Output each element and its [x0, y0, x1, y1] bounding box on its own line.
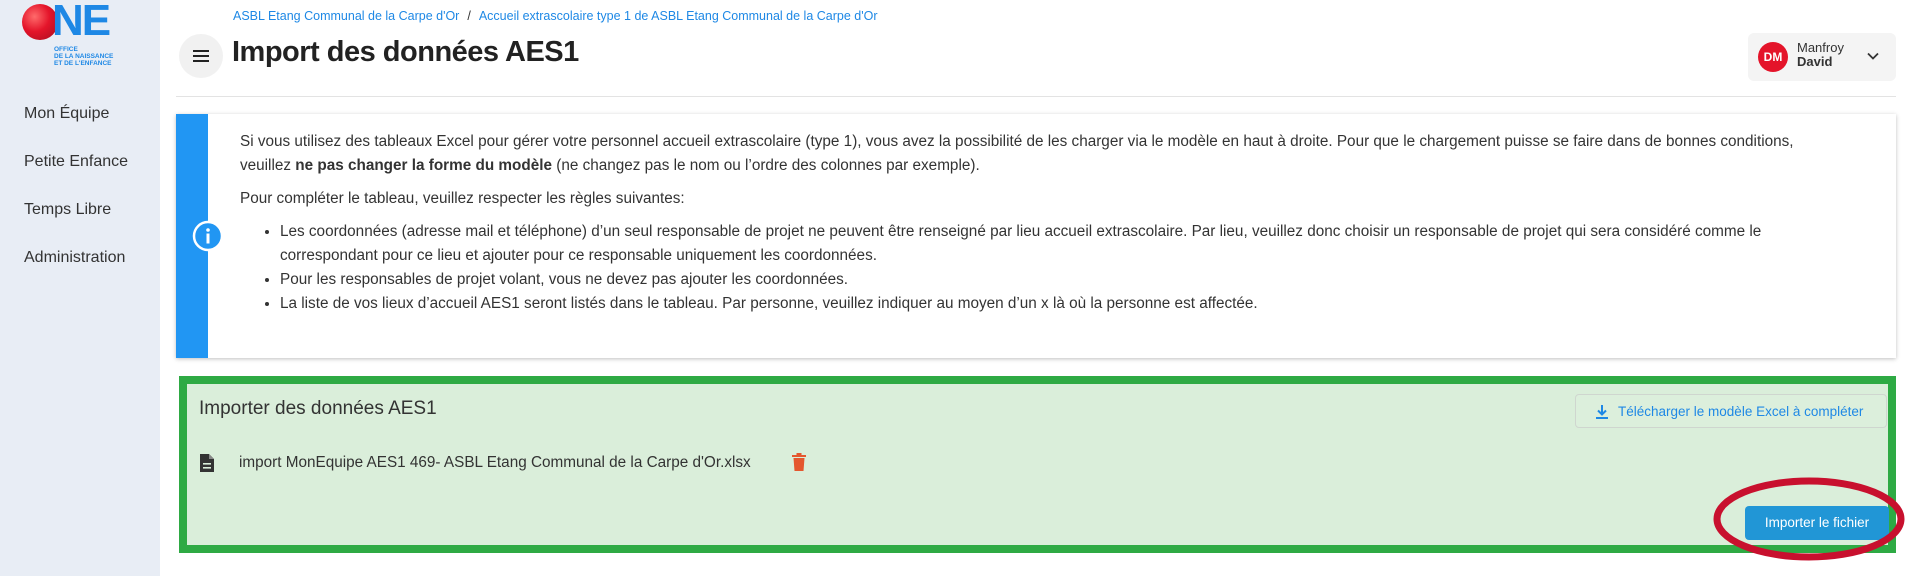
info-icon: [192, 220, 224, 252]
info-intro-bold: ne pas changer la forme du modèle: [295, 157, 552, 174]
breadcrumb-item-asbl[interactable]: ASBL Etang Communal de la Carpe d'Or: [233, 9, 459, 23]
sidebar-item-temps-libre[interactable]: Temps Libre: [0, 196, 160, 244]
info-content: Si vous utilisez des tableaux Excel pour…: [240, 130, 1840, 316]
sidebar-item-mon-equipe[interactable]: Mon Équipe: [0, 100, 160, 148]
user-first-name: Manfroy: [1797, 40, 1844, 55]
info-intro: Si vous utilisez des tableaux Excel pour…: [240, 133, 1794, 174]
sidebar-item-petite-enfance[interactable]: Petite Enfance: [0, 148, 160, 196]
hamburger-menu-icon: [193, 50, 209, 62]
avatar: DM: [1758, 42, 1788, 72]
user-last-name: David: [1797, 54, 1833, 69]
breadcrumb: ASBL Etang Communal de la Carpe d'Or / Acc…: [233, 9, 878, 23]
info-rules-list: Les coordonnées (adresse mail et télépho…: [240, 220, 1840, 316]
trash-icon[interactable]: [791, 452, 807, 472]
info-rules-heading: Pour compléter le tableau, veuillez resp…: [240, 190, 685, 207]
page-title: Import des données AES1: [232, 36, 579, 68]
one-logo[interactable]: NE OFFICE DE LA NAISSANCE ET DE L'ENFANC…: [22, 0, 132, 72]
uploaded-file-name: import MonEquipe AES1 469- ASBL Etang Co…: [239, 454, 751, 471]
sidebar-nav: Mon Équipe Petite Enfance Temps Libre Ad…: [0, 100, 160, 292]
download-template-label: Télécharger le modèle Excel à compléter: [1618, 404, 1864, 419]
logo-subtitle: OFFICE DE LA NAISSANCE ET DE L'ENFANCE: [54, 46, 114, 67]
breadcrumb-item-accueil[interactable]: Accueil extrascolaire type 1 de ASBL Eta…: [479, 9, 878, 23]
sidebar: NE OFFICE DE LA NAISSANCE ET DE L'ENFANC…: [0, 0, 160, 576]
header-divider: [176, 96, 1896, 97]
info-rule-item: La liste de vos lieux d’accueil AES1 ser…: [280, 292, 1840, 316]
info-panel: Si vous utilisez des tableaux Excel pour…: [176, 114, 1896, 358]
sidebar-item-administration[interactable]: Administration: [0, 244, 160, 292]
user-name: Manfroy David: [1797, 41, 1844, 69]
import-section: Importer des données AES1 Télécharger le…: [179, 376, 1896, 553]
info-rule-item: Pour les responsables de projet volant, …: [280, 268, 1840, 292]
download-icon: [1596, 405, 1608, 419]
chevron-down-icon: [1867, 52, 1879, 60]
import-file-button[interactable]: Importer le fichier: [1745, 506, 1889, 540]
breadcrumb-separator: /: [467, 9, 471, 23]
menu-button[interactable]: [179, 34, 223, 78]
user-menu[interactable]: DM Manfroy David: [1748, 33, 1896, 81]
info-rule-item: Les coordonnées (adresse mail et télépho…: [280, 220, 1840, 268]
file-document-icon: [200, 454, 214, 472]
download-template-button[interactable]: Télécharger le modèle Excel à compléter: [1575, 394, 1887, 428]
import-section-title: Importer des données AES1: [199, 398, 437, 419]
logo-text: NE: [52, 0, 111, 45]
